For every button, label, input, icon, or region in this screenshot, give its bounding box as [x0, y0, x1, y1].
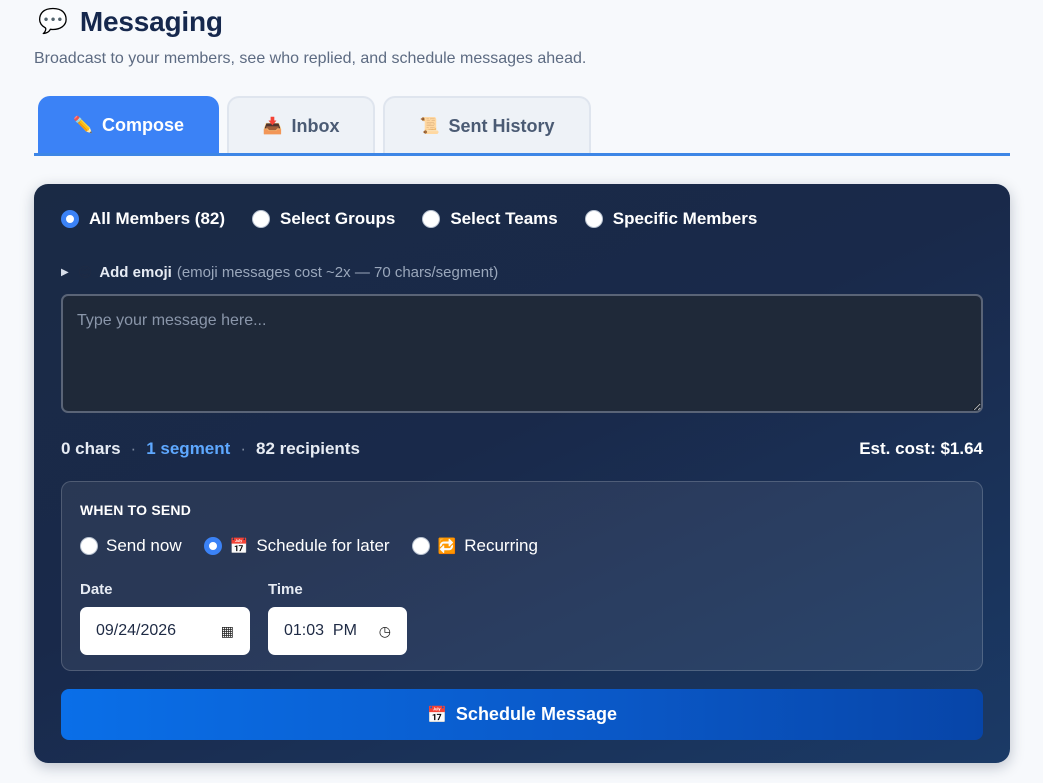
tab-inbox[interactable]: 📥 Inbox	[227, 96, 375, 154]
when-to-send-title: WHEN TO SEND	[80, 502, 192, 518]
smiley-icon: 😊	[77, 264, 93, 280]
estimated-cost: Est. cost: $1.64	[859, 439, 983, 458]
inbox-tray-icon: 📥	[262, 118, 283, 135]
recipient-count: 82 recipients	[255, 439, 360, 458]
send-now-option[interactable]: Send now	[80, 536, 182, 556]
date-value: 09/24/2026	[96, 622, 177, 639]
tab-underline	[34, 153, 1010, 156]
schedule-message-label: Schedule Message	[455, 704, 617, 724]
schedule-message-button[interactable]: 📅 Schedule Message	[61, 689, 983, 740]
segment-count: 1 segment	[146, 439, 231, 458]
message-textarea[interactable]	[61, 294, 983, 413]
tab-compose-label: Compose	[101, 114, 184, 135]
recurring-label: Recurring	[464, 536, 538, 555]
audience-specific-members-label: Specific Members	[612, 209, 758, 228]
calendar-picker-icon[interactable]: ▦	[221, 623, 234, 640]
message-stats: 0 chars · 1 segment · 82 recipients	[61, 439, 360, 459]
stats-separator: ·	[240, 439, 246, 458]
audience-specific-members-option[interactable]: Specific Members	[584, 209, 758, 229]
add-emoji-label: Add emoji	[99, 264, 172, 281]
schedule-later-label: Schedule for later	[256, 536, 390, 555]
recurring-radio[interactable]	[411, 537, 430, 555]
date-input[interactable]: 09/24/2026 ▦	[80, 607, 250, 655]
audience-specific-members-radio[interactable]	[584, 210, 603, 228]
add-emoji-toggle[interactable]: ▶ 😊 Add emoji (emoji messages cost ~2x —…	[61, 264, 498, 281]
page-header: 💬 Messaging	[38, 6, 223, 38]
speech-bubble-icon: 💬	[38, 8, 68, 35]
clock-icon[interactable]: ◷	[379, 623, 391, 640]
send-now-radio[interactable]	[80, 537, 98, 555]
calendar-icon: 📅	[427, 706, 447, 724]
audience-select-groups-radio[interactable]	[252, 210, 271, 228]
schedule-later-option[interactable]: 📅 Schedule for later	[203, 536, 390, 556]
page-subtitle: Broadcast to your members, see who repli…	[34, 50, 587, 67]
tab-bar: ✏️ Compose 📥 Inbox 📜 Sent History	[34, 96, 1010, 156]
tab-inbox-label: Inbox	[291, 115, 340, 136]
calendar-icon: 📅	[229, 538, 249, 555]
pencil-icon: ✏️	[73, 117, 93, 134]
when-to-send-panel: WHEN TO SEND Send now 📅 Schedule for lat…	[61, 481, 983, 671]
time-input[interactable]: 01:03 PM ◷	[268, 607, 407, 655]
audience-select-groups-label: Select Groups	[280, 209, 396, 228]
audience-select-teams-radio[interactable]	[422, 210, 441, 228]
audience-all-members-radio[interactable]	[61, 210, 79, 228]
audience-select-teams-option[interactable]: Select Teams	[422, 209, 558, 229]
page-title: Messaging	[79, 6, 223, 37]
audience-select-groups-option[interactable]: Select Groups	[252, 209, 395, 229]
send-now-label: Send now	[106, 536, 182, 555]
emoji-cost-note: (emoji messages cost ~2x — 70 chars/segm…	[176, 264, 499, 281]
audience-all-members-label: All Members (82)	[89, 209, 226, 228]
scroll-icon: 📜	[419, 118, 440, 135]
char-count: 0 chars	[61, 439, 121, 458]
time-value: 01:03 PM	[284, 622, 357, 639]
send-timing-options: Send now 📅 Schedule for later 🔁 Recurrin…	[80, 536, 560, 556]
compose-card: All Members (82) Select Groups Select Te…	[34, 184, 1010, 763]
tab-sent-history-label: Sent History	[448, 115, 555, 136]
audience-selector: All Members (82) Select Groups Select Te…	[61, 209, 784, 229]
audience-select-teams-label: Select Teams	[450, 209, 558, 228]
tab-compose[interactable]: ✏️ Compose	[38, 96, 219, 154]
date-label: Date	[80, 581, 113, 598]
stats-separator: ·	[130, 439, 137, 458]
time-label: Time	[268, 581, 303, 598]
disclosure-triangle-icon: ▶	[61, 267, 69, 278]
audience-all-members-option[interactable]: All Members (82)	[61, 209, 225, 229]
repeat-icon: 🔁	[437, 538, 457, 555]
tab-sent-history[interactable]: 📜 Sent History	[383, 96, 591, 154]
schedule-later-radio[interactable]	[203, 537, 222, 555]
recurring-option[interactable]: 🔁 Recurring	[411, 536, 538, 556]
